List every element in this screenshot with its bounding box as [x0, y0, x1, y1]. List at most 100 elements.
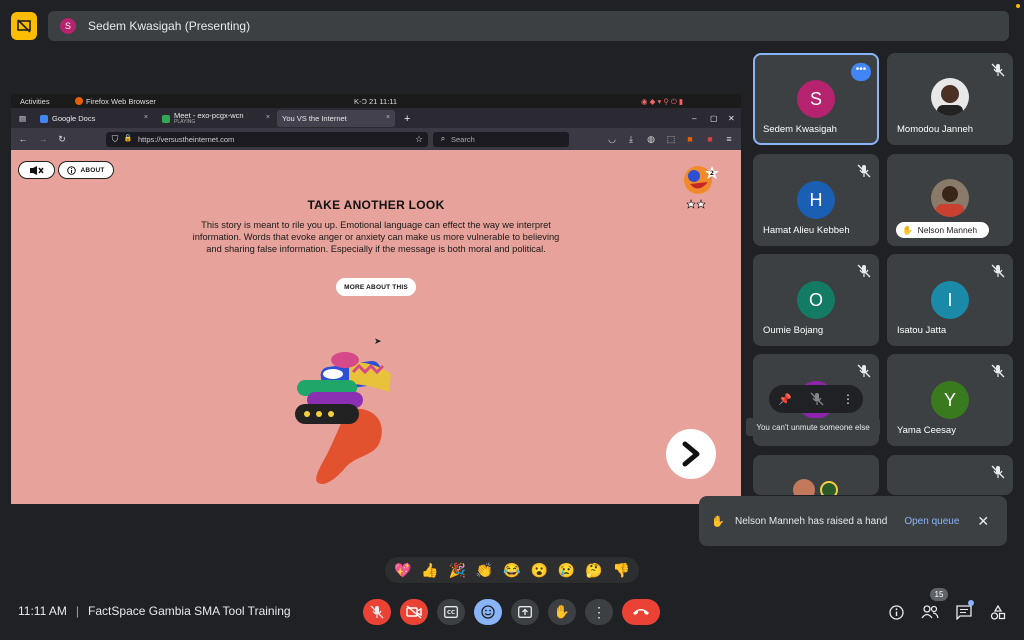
raised-hand-toast: ✋ Nelson Manneh has raised a hand Open q…	[699, 496, 1007, 546]
participant-name: Oumie Bojang	[763, 325, 824, 336]
present-now-button[interactable]	[511, 599, 539, 625]
reaction-surprised[interactable]: 😮	[531, 562, 548, 579]
back-icon[interactable]: ←	[18, 134, 28, 144]
people-icon	[921, 605, 939, 619]
captions-button[interactable]: CC	[437, 599, 465, 625]
maximize-window-icon[interactable]: ▢	[705, 110, 719, 127]
participant-name: Momodou Janneh	[897, 124, 974, 135]
participant-photo-small	[820, 481, 838, 495]
participant-tile[interactable]: O Oumie Bojang	[753, 254, 879, 346]
os-activities: Activities	[20, 97, 50, 106]
participant-tile[interactable]: H Hamat Alieu Kebbeh	[753, 154, 879, 246]
meeting-details-button[interactable]	[886, 602, 906, 622]
close-window-icon[interactable]: ✕	[723, 110, 737, 127]
participant-avatar: H	[797, 181, 835, 219]
reaction-sparkling-heart[interactable]: 💖	[394, 562, 411, 579]
participant-name: Isatou Jatta	[897, 325, 947, 336]
mute-sound-button[interactable]	[18, 161, 55, 179]
tab-you-vs-internet[interactable]: You VS the Internet ×	[277, 110, 395, 127]
more-options-button[interactable]: ⋮	[585, 599, 613, 625]
url-field[interactable]: https://versustheinternet.com	[106, 132, 428, 147]
reaction-party-popper[interactable]: 🎉	[449, 562, 466, 579]
pocket-icon[interactable]: ◡	[607, 134, 617, 144]
presentation-status-icon[interactable]	[11, 12, 37, 40]
camera-off-icon	[406, 605, 422, 619]
leave-call-button[interactable]	[622, 599, 660, 625]
os-app-name: Firefox Web Browser	[86, 97, 156, 106]
participant-tile[interactable]: 📌 ⋮ You can't unmute someone else	[746, 354, 880, 446]
os-clock: K-Ɔ 21 11:11	[354, 97, 398, 106]
reaction-clapping[interactable]: 👏	[476, 562, 493, 579]
next-button[interactable]	[666, 429, 716, 479]
participant-name: Sedem Kwasigah	[763, 124, 837, 135]
more-about-this-button[interactable]: MORE ABOUT THIS	[336, 278, 416, 296]
about-label: ABOUT	[80, 166, 105, 174]
people-button[interactable]	[920, 602, 940, 622]
closed-captions-icon: CC	[444, 606, 458, 618]
account-icon[interactable]: ◍	[646, 134, 656, 144]
toast-message: Nelson Manneh has raised a hand	[735, 515, 888, 527]
present-screen-icon	[518, 606, 532, 618]
more-vert-icon[interactable]: ⋮	[842, 392, 854, 406]
participant-name: Nelson Manneh	[917, 225, 978, 235]
participant-tile[interactable]: Y Yama Ceesay	[887, 354, 1013, 446]
shield-icon[interactable]: ⛉	[110, 134, 120, 144]
participant-avatar: Y	[931, 381, 969, 419]
reactions-bar: 💖 👍 🎉 👏 😂 😮 😢 🤔 👎	[385, 557, 639, 583]
participant-avatar: O	[797, 281, 835, 319]
extensions-icon[interactable]: ⬚	[666, 134, 676, 144]
svg-text:CC: CC	[447, 610, 455, 616]
chat-button[interactable]	[954, 600, 974, 622]
speaker-muted-icon	[29, 165, 44, 175]
extension-a-icon[interactable]: ■	[685, 134, 695, 144]
more-vert-icon: ⋮	[592, 603, 606, 620]
participant-tile[interactable]: Momodou Janneh	[887, 53, 1013, 145]
reaction-laughing[interactable]: 😂	[503, 562, 520, 579]
close-icon[interactable]: ✕	[977, 513, 989, 530]
minimize-window-icon[interactable]: –	[687, 110, 701, 127]
participant-tile[interactable]: ✋ Nelson Manneh	[887, 154, 1013, 246]
bookmark-star-icon[interactable]: ☆	[414, 134, 424, 144]
tab-google-docs[interactable]: Google Docs ×	[35, 110, 153, 127]
menu-icon[interactable]: ≡	[724, 134, 734, 144]
participant-avatar: I	[931, 281, 969, 319]
reaction-thinking[interactable]: 🤔	[585, 562, 602, 579]
forward-icon[interactable]: →	[38, 134, 48, 144]
new-tab-button[interactable]: +	[399, 110, 413, 127]
close-tab-icon[interactable]: ×	[266, 114, 270, 121]
close-tab-icon[interactable]: ×	[144, 114, 148, 121]
presenter-bar[interactable]: S Sedem Kwasigah (Presenting)	[48, 11, 1009, 41]
tab-sublabel: PLAYING	[174, 118, 196, 125]
extension-b-icon[interactable]: ■	[705, 134, 715, 144]
search-field[interactable]: Search	[433, 132, 569, 147]
close-tab-icon[interactable]: ×	[386, 114, 390, 121]
chat-unread-dot	[968, 600, 974, 606]
participant-tile[interactable]: I Isatou Jatta	[887, 254, 1013, 346]
current-time: 11:11 AM	[18, 604, 67, 618]
toggle-camera-button[interactable]	[400, 599, 428, 625]
open-queue-link[interactable]: Open queue	[904, 516, 959, 527]
downloads-icon[interactable]: ⤓	[626, 134, 636, 144]
about-button[interactable]: ABOUT	[58, 161, 114, 179]
activities-button[interactable]	[988, 602, 1008, 622]
reactions-button[interactable]	[474, 599, 502, 625]
participant-tile[interactable]	[887, 455, 1013, 495]
mic-off-icon[interactable]	[810, 392, 824, 406]
notification-dot	[1016, 4, 1020, 8]
reaction-thumbs-up[interactable]: 👍	[421, 562, 438, 579]
participant-tile[interactable]	[753, 455, 879, 495]
reaction-crying[interactable]: 😢	[558, 562, 575, 579]
reload-icon[interactable]: ↻	[57, 134, 67, 144]
tab-meet[interactable]: Meet - exo-pcgx-wcn PLAYING ×	[157, 110, 275, 127]
raise-hand-button[interactable]: ✋	[548, 599, 576, 625]
more-options-icon[interactable]: •••	[851, 63, 871, 81]
toggle-mic-button[interactable]	[363, 599, 391, 625]
presenter-avatar: S	[60, 18, 76, 34]
reaction-thumbs-down[interactable]: 👎	[613, 562, 630, 579]
participant-tile[interactable]: S ••• Sedem Kwasigah	[753, 53, 879, 145]
tab-list-icon[interactable]: ▤	[14, 110, 30, 127]
tab-label: You VS the Internet	[282, 114, 347, 123]
pin-icon[interactable]: 📌	[778, 393, 792, 406]
info-icon	[888, 604, 904, 620]
lock-icon[interactable]: 🔒	[123, 134, 133, 144]
